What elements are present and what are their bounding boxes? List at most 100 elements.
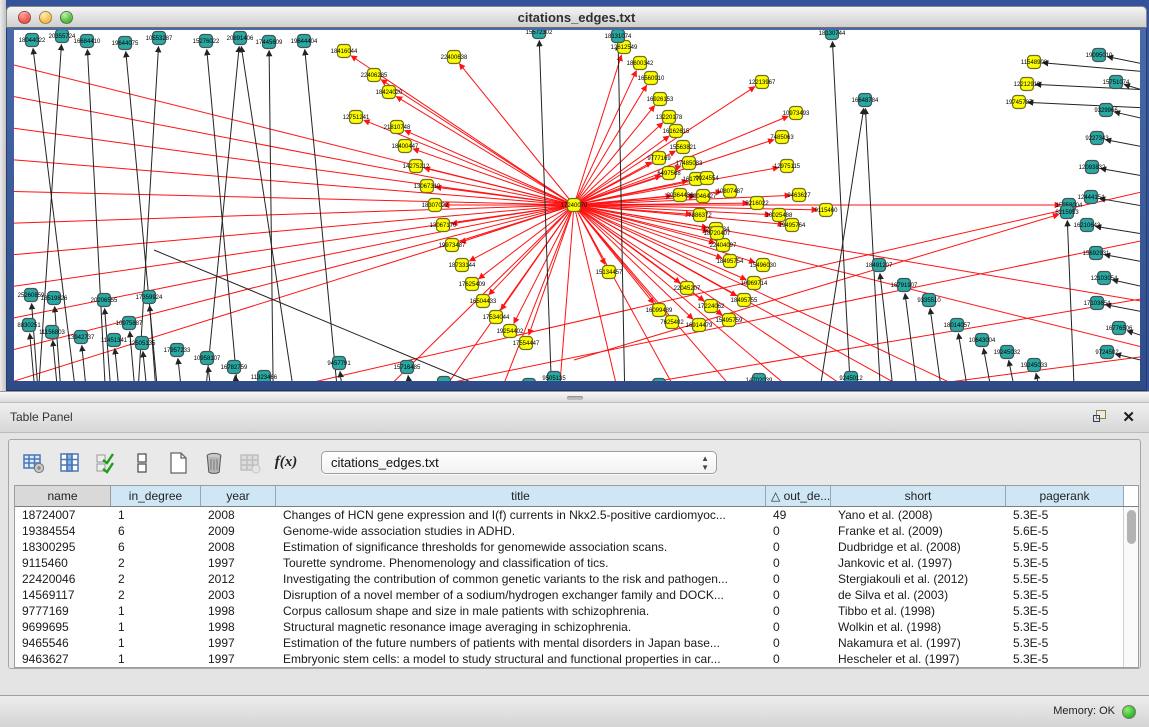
graph-node-label: 16162615 [663, 129, 690, 135]
graph-node[interactable] [653, 379, 666, 382]
graph-node[interactable] [523, 379, 536, 382]
table-row[interactable]: 1938455462009Genome-wide association stu… [15, 523, 1138, 539]
graph-edge[interactable] [1042, 63, 1140, 72]
graph-edge[interactable] [574, 205, 634, 381]
cell-out_degree: 0 [766, 635, 831, 651]
minimize-window-button[interactable] [39, 11, 52, 24]
function-builder-button[interactable]: f(x) [271, 448, 301, 478]
graph-node-label: 9724502 [1095, 350, 1119, 356]
graph-edge[interactable] [208, 366, 219, 381]
graph-edge[interactable] [1067, 220, 1077, 381]
cell-year: 2009 [201, 523, 276, 539]
graph-edge[interactable] [930, 308, 951, 381]
rows-button[interactable] [127, 448, 157, 478]
column-header-out_degree[interactable]: △ out_de... [766, 486, 831, 506]
graph-node-label: 17240070 [561, 203, 588, 209]
graph-edge[interactable] [574, 205, 1034, 381]
graph-edge[interactable] [199, 46, 239, 381]
table-selector-dropdown[interactable]: citations_edges.txt ▲▼ [321, 451, 717, 474]
graph-edge[interactable] [14, 190, 574, 205]
graph-edge[interactable] [14, 155, 574, 205]
network-svg[interactable]: 1724007022406285184240201275124121810748… [14, 30, 1140, 381]
graph-node-label: 12213967 [749, 80, 776, 86]
table-column-button[interactable] [55, 448, 85, 478]
graph-edge[interactable] [14, 85, 574, 205]
graph-edge[interactable] [1036, 373, 1056, 381]
graph-edge[interactable] [529, 205, 574, 335]
graph-edge[interactable] [207, 49, 244, 381]
cell-pagerank: 5.6E-5 [1006, 523, 1124, 539]
table-row[interactable]: 969969511998Structural magnetic resonanc… [15, 619, 1138, 635]
graph-edge[interactable] [14, 205, 574, 365]
table-scrollbar-thumb[interactable] [1127, 510, 1136, 544]
close-panel-icon[interactable]: ✕ [1122, 410, 1135, 425]
graph-edge[interactable] [178, 358, 189, 381]
close-window-button[interactable] [18, 11, 31, 24]
cell-year: 2012 [201, 571, 276, 587]
graph-edge[interactable] [459, 64, 574, 205]
graph-edge[interactable] [413, 149, 574, 205]
graph-edge[interactable] [1027, 102, 1140, 108]
zoom-window-button[interactable] [60, 11, 73, 24]
graph-edge[interactable] [1114, 112, 1140, 120]
table-row[interactable]: 1872400712008Changes of HCN gene express… [15, 507, 1138, 523]
cell-year: 1997 [201, 555, 276, 571]
graph-node-label: 22400638 [441, 55, 468, 61]
table-row[interactable]: 946362711997Embryonic stem cells: a mode… [15, 651, 1138, 667]
graph-edge[interactable] [408, 375, 419, 381]
table-scrollbar[interactable] [1123, 507, 1138, 667]
graph-node-label: 18130744 [819, 31, 846, 37]
graph-edge[interactable] [574, 85, 647, 205]
graph-edge[interactable] [1095, 226, 1140, 235]
table-row[interactable]: 2242004622012Investigating the contribut… [15, 571, 1138, 587]
graph-edge[interactable] [143, 351, 154, 381]
column-header-in_degree[interactable]: in_degree [111, 486, 201, 506]
cell-name: 19384554 [15, 523, 111, 539]
table-row[interactable]: 1456911722003Disruption of a novel membe… [15, 587, 1138, 603]
graph-edge[interactable] [1104, 255, 1140, 263]
panel-divider[interactable] [0, 391, 1149, 403]
select-columns-button[interactable] [91, 448, 121, 478]
graph-edge[interactable] [14, 50, 574, 205]
table-row[interactable]: 1830029562008Estimation of significance … [15, 539, 1138, 555]
graph-edge[interactable] [1105, 305, 1140, 313]
window-titlebar[interactable]: citations_edges.txt [6, 6, 1147, 28]
column-header-title[interactable]: title [276, 486, 766, 506]
column-header-year[interactable]: year [201, 486, 276, 506]
graph-edge[interactable] [305, 49, 344, 381]
table-row[interactable]: 946554611997Estimation of the future num… [15, 635, 1138, 651]
cell-out_degree: 0 [766, 523, 831, 539]
cell-name: 9777169 [15, 603, 111, 619]
graph-edge[interactable] [340, 371, 351, 381]
graph-edge[interactable] [14, 120, 574, 205]
network-frame: 1724007022406285184240201275124121810748… [6, 28, 1147, 391]
network-canvas[interactable]: 1724007022406285184240201275124121810748… [14, 30, 1140, 381]
delete-table-button[interactable] [199, 448, 229, 478]
graph-edge[interactable] [82, 345, 93, 381]
new-table-button[interactable] [163, 448, 193, 478]
table-row[interactable]: 911546021997Tourette syndrome. Phenomeno… [15, 555, 1138, 571]
cell-title: Changes of HCN gene expression and I(f) … [276, 507, 766, 523]
graph-edge[interactable] [269, 50, 274, 381]
graph-edge[interactable] [865, 108, 884, 381]
table-settings-button[interactable] [19, 448, 49, 478]
graph-node-label: 16046427 [690, 194, 717, 200]
graph-edge[interactable] [1100, 168, 1140, 177]
column-header-short[interactable]: short [831, 486, 1006, 506]
graph-edge[interactable] [55, 306, 66, 381]
graph-edge[interactable] [134, 46, 158, 381]
float-panel-icon[interactable] [1093, 410, 1108, 425]
column-header-name[interactable]: name [15, 486, 111, 506]
memory-ok-indicator-icon[interactable] [1122, 705, 1136, 719]
graph-edge[interactable] [87, 49, 109, 381]
graph-edge[interactable] [1099, 198, 1140, 207]
divider-grip-icon[interactable] [567, 396, 583, 400]
graph-node-label: 19644404 [291, 39, 318, 45]
graph-edge[interactable] [1105, 140, 1140, 148]
graph-edge[interactable] [74, 230, 1140, 381]
graph-edge[interactable] [115, 348, 126, 381]
column-header-pagerank[interactable]: pagerank [1006, 486, 1124, 506]
graph-node-label: 15496030 [750, 263, 777, 269]
table-row[interactable]: 977716911998Corpus callosum shape and si… [15, 603, 1138, 619]
graph-edge[interactable] [514, 205, 574, 323]
